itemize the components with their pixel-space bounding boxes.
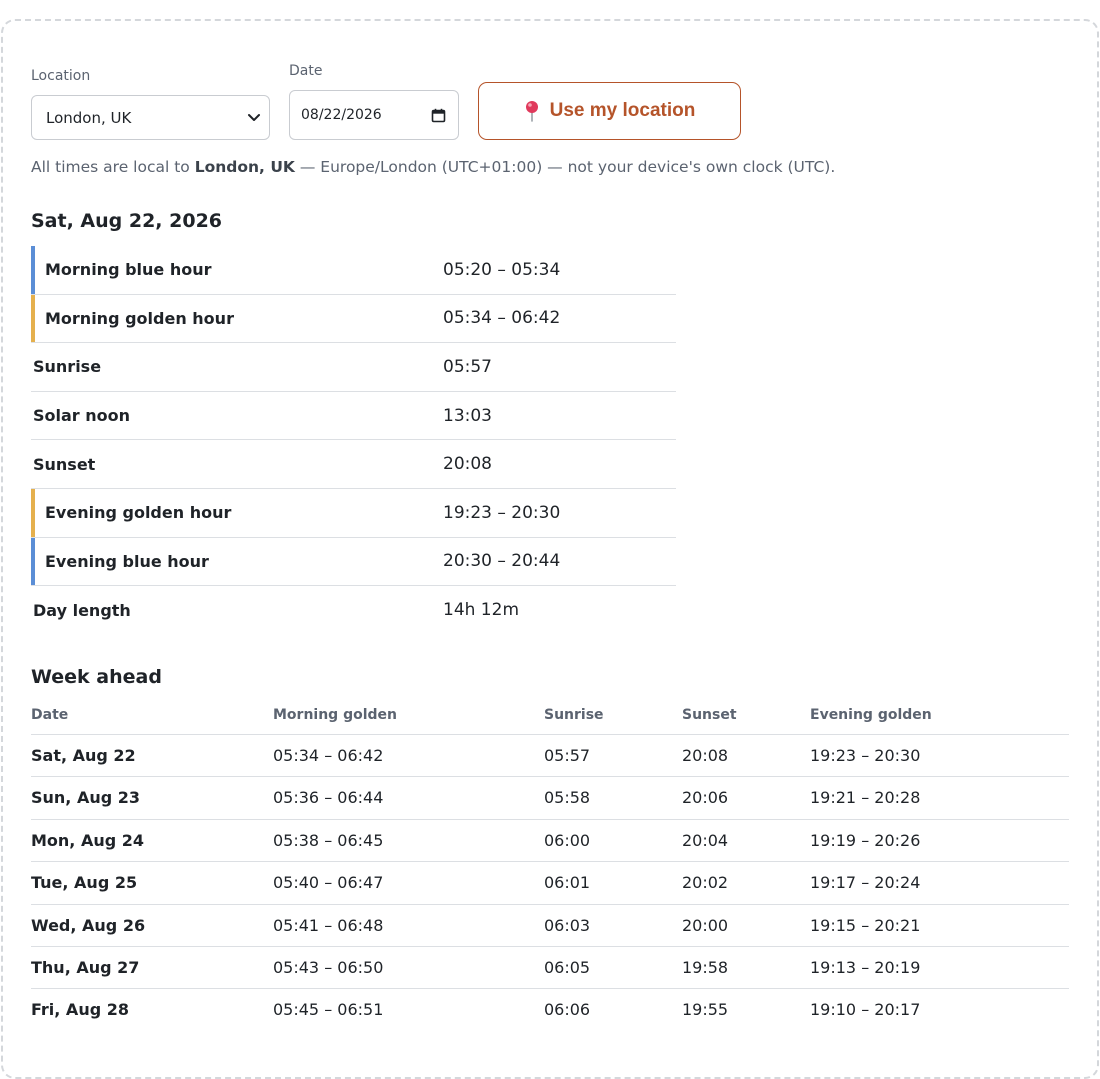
row-label: Evening blue hour: [45, 551, 209, 571]
cell-sunrise: 06:05: [544, 957, 591, 977]
table-row: Thu, Aug 27 05:43 – 06:50 06:05 19:58 19…: [31, 947, 1069, 990]
today-times-table: Morning blue hour 05:20 – 05:34 Morning …: [31, 246, 676, 635]
today-row: Morning golden hour 05:34 – 06:42: [31, 294, 676, 344]
cell-evening-golden: 19:21 – 20:28: [810, 788, 921, 808]
cell-morning-golden: 05:40 – 06:47: [273, 873, 384, 893]
cell-evening-golden: 19:15 – 20:21: [810, 915, 921, 935]
today-row: Morning blue hour 05:20 – 05:34: [31, 246, 676, 295]
cell-sunset: 19:58: [682, 957, 729, 977]
timezone-note-suffix: — Europe/London (UTC+01:00) — not your d…: [294, 158, 836, 176]
row-value: 20:30 – 20:44: [443, 551, 561, 572]
table-row: Sun, Aug 23 05:36 – 06:44 05:58 20:06 19…: [31, 777, 1069, 820]
column-header: Morning golden: [273, 707, 398, 723]
cell-morning-golden: 05:45 – 06:51: [273, 1000, 384, 1020]
cell-date: Mon, Aug 24: [31, 830, 145, 850]
cell-sunrise: 06:00: [544, 830, 591, 850]
cell-evening-golden: 19:13 – 20:19: [810, 957, 921, 977]
cell-sunset: 20:08: [682, 746, 729, 765]
row-label: Sunrise: [33, 357, 102, 377]
cell-morning-golden: 05:43 – 06:50: [273, 957, 384, 977]
selected-date-title: Sat, Aug 22, 2026: [31, 210, 223, 232]
cell-morning-golden: 05:41 – 06:48: [273, 915, 384, 935]
row-value: 19:23 – 20:30: [443, 502, 561, 523]
use-my-location-label: Use my location: [549, 100, 696, 121]
date-label: Date: [289, 63, 323, 79]
location-label: Location: [31, 68, 91, 84]
table-row: Tue, Aug 25 05:40 – 06:47 06:01 20:02 19…: [31, 862, 1069, 905]
table-row: Fri, Aug 28 05:45 – 06:51 06:06 19:55 19…: [31, 989, 1069, 1031]
chevron-down-icon: [248, 114, 260, 121]
cell-sunrise: 06:01: [544, 873, 591, 893]
cell-sunrise: 05:58: [544, 788, 591, 808]
today-row: Sunset 20:08: [31, 440, 676, 489]
location-select[interactable]: London, UK: [31, 95, 270, 140]
cell-sunrise: 06:03: [544, 915, 591, 935]
column-header: Sunrise: [544, 707, 604, 723]
table-row: Sat, Aug 22 05:34 – 06:42 05:57 20:08 19…: [31, 735, 1069, 778]
cell-morning-golden: 05:36 – 06:44: [273, 788, 384, 808]
row-label: Solar noon: [33, 406, 131, 426]
today-row: Evening blue hour 20:30 – 20:44: [31, 537, 676, 587]
column-header: Sunset: [682, 707, 737, 723]
today-row: Sunrise 05:57: [31, 343, 676, 392]
cell-evening-golden: 19:17 – 20:24: [810, 873, 921, 893]
cell-date: Tue, Aug 25: [31, 873, 138, 893]
row-value: 20:08: [443, 454, 492, 475]
row-label: Day length: [33, 600, 131, 620]
row-value: 13:03: [443, 405, 492, 426]
cell-sunset: 20:04: [682, 830, 729, 850]
cell-sunrise: 05:57: [544, 746, 591, 765]
pushpin-icon: [525, 101, 538, 122]
row-label: Morning blue hour: [45, 260, 212, 280]
date-input-value: 08/22/2026: [301, 107, 382, 123]
today-row: Solar noon 13:03: [31, 392, 676, 441]
row-value: 05:57: [443, 356, 492, 377]
cell-evening-golden: 19:23 – 20:30: [810, 746, 921, 765]
week-ahead-table: Date Morning golden Sunrise Sunset Eveni…: [31, 700, 1069, 1032]
week-ahead-title: Week ahead: [31, 666, 162, 688]
row-label: Sunset: [33, 454, 96, 474]
row-label: Evening golden hour: [45, 503, 232, 523]
cell-morning-golden: 05:38 – 06:45: [273, 830, 384, 850]
timezone-note-prefix: All times are local to: [31, 158, 195, 176]
timezone-note: All times are local to London, UK — Euro…: [31, 158, 835, 176]
row-value: 05:34 – 06:42: [443, 308, 561, 329]
calendar-icon[interactable]: [431, 108, 446, 123]
cell-sunset: 20:02: [682, 873, 729, 893]
timezone-note-place: London, UK: [194, 158, 295, 176]
row-value: 14h 12m: [443, 600, 520, 621]
cell-evening-golden: 19:10 – 20:17: [810, 1000, 921, 1020]
table-header: Date Morning golden Sunrise Sunset Eveni…: [31, 700, 1069, 735]
cell-date: Sat, Aug 22: [31, 746, 136, 765]
column-header: Evening golden: [810, 707, 932, 723]
row-value: 05:20 – 05:34: [443, 259, 561, 280]
cell-sunset: 19:55: [682, 1000, 729, 1020]
cell-morning-golden: 05:34 – 06:42: [273, 746, 384, 765]
cell-sunrise: 06:06: [544, 1000, 591, 1020]
cell-date: Wed, Aug 26: [31, 915, 146, 935]
row-label: Morning golden hour: [45, 308, 234, 328]
today-row: Day length 14h 12m: [31, 586, 676, 635]
cell-sunset: 20:06: [682, 788, 729, 808]
today-row: Evening golden hour 19:23 – 20:30: [31, 488, 676, 538]
use-my-location-button[interactable]: Use my location: [478, 82, 741, 140]
cell-sunset: 20:00: [682, 915, 729, 935]
cell-evening-golden: 19:19 – 20:26: [810, 830, 921, 850]
date-input[interactable]: 08/22/2026: [289, 90, 459, 140]
column-header: Date: [31, 707, 69, 723]
table-row: Wed, Aug 26 05:41 – 06:48 06:03 20:00 19…: [31, 905, 1069, 947]
cell-date: Thu, Aug 27: [31, 957, 140, 977]
cell-date: Fri, Aug 28: [31, 1000, 129, 1020]
cell-date: Sun, Aug 23: [31, 788, 141, 808]
table-row: Mon, Aug 24 05:38 – 06:45 06:00 20:04 19…: [31, 820, 1069, 863]
location-select-value: London, UK: [46, 108, 132, 127]
